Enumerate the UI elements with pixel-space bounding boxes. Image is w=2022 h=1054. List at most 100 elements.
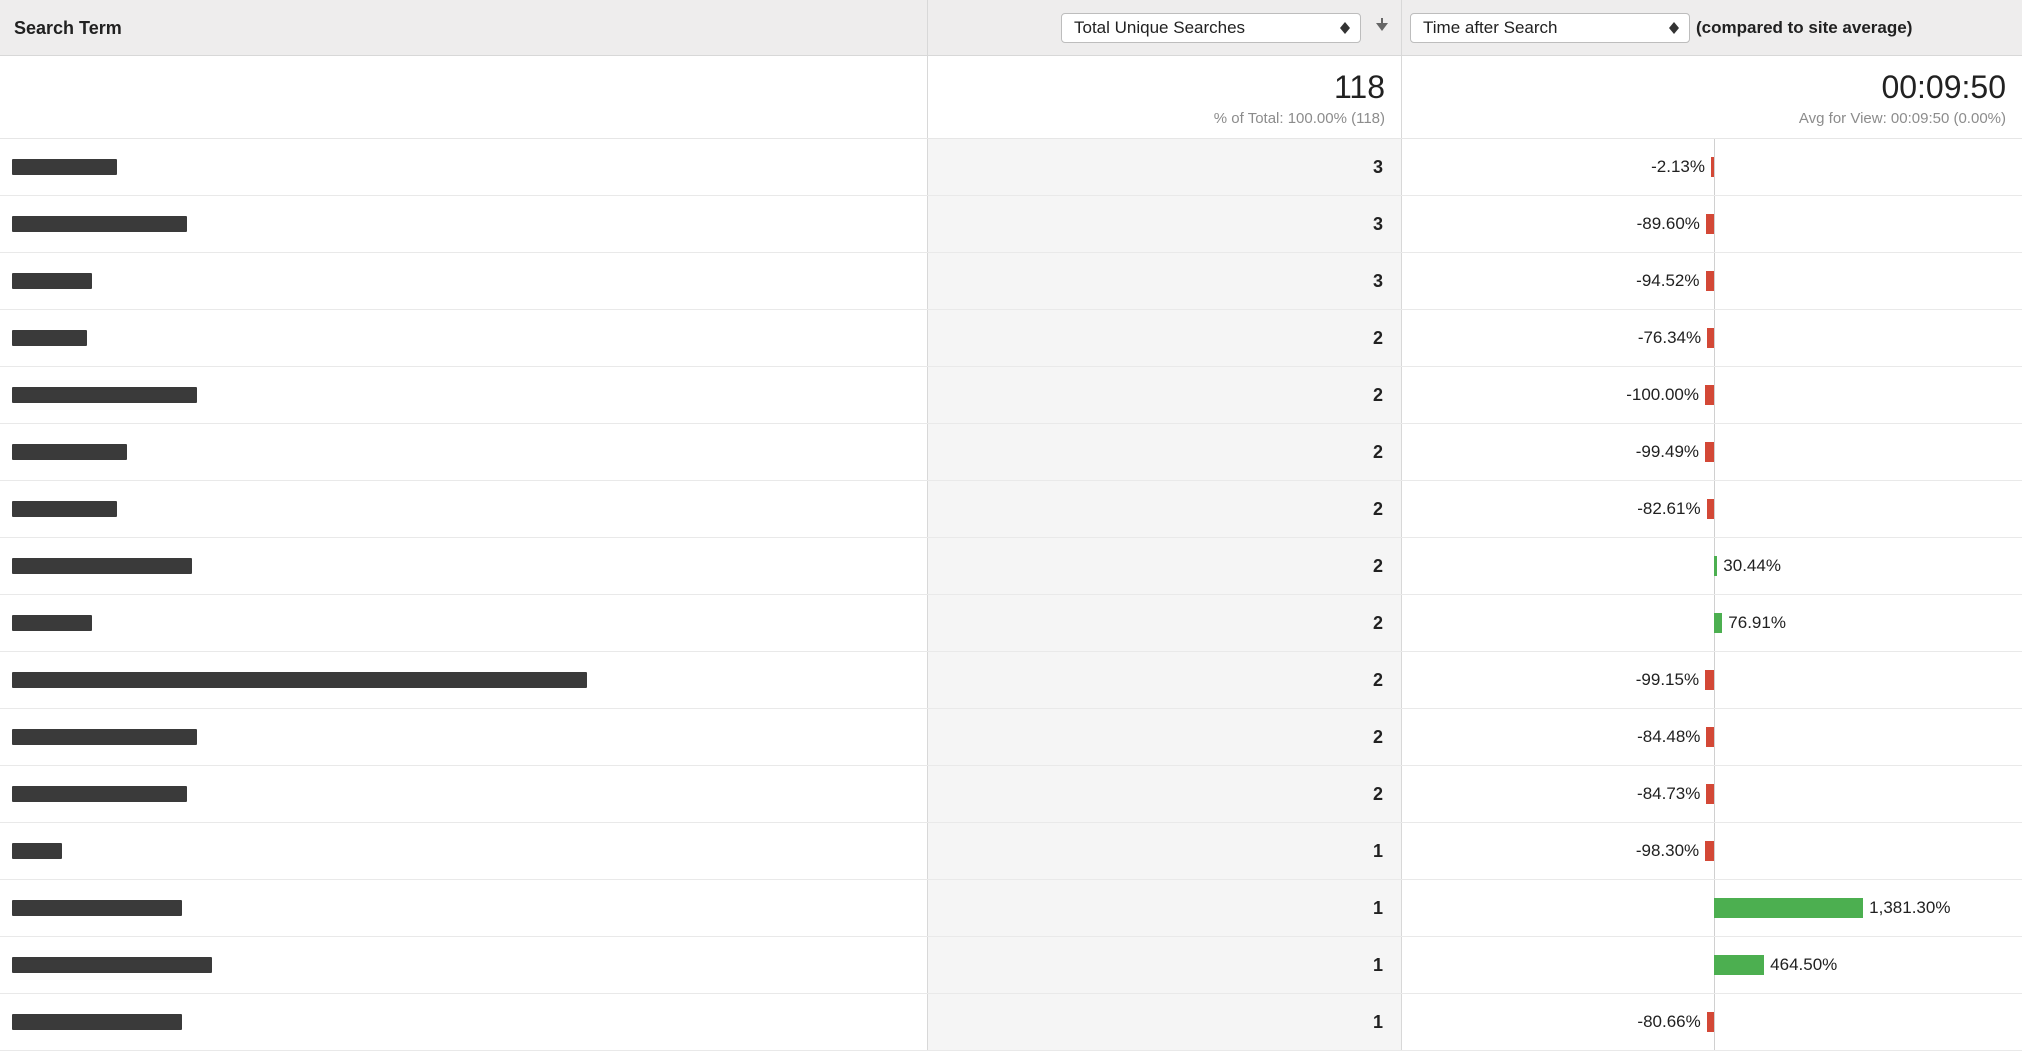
baseline-axis [1714,994,1715,1050]
negative-bar-wrap: -84.73% [1637,784,1714,804]
search-term-cell[interactable] [0,652,928,708]
header-search-term: Search Term [0,0,928,55]
percent-label: 1,381.30% [1869,898,1950,918]
table-row: 1 -80.66% [0,994,2022,1051]
redacted-term [12,444,127,460]
redacted-term [12,729,197,745]
table-row: 3-94.52% [0,253,2022,310]
unique-searches-cell: 1 [928,994,1402,1050]
positive-bar-wrap: 1,381.30% [1714,898,1950,918]
percent-label: -94.52% [1636,271,1699,291]
metric-select-label: Total Unique Searches [1074,18,1245,38]
search-term-cell[interactable] [0,538,928,594]
percent-label: 464.50% [1770,955,1837,975]
redacted-term [12,615,92,631]
unique-searches-cell: 2 [928,595,1402,651]
redacted-term [12,273,92,289]
redacted-term [12,843,62,859]
redacted-term [12,1014,182,1030]
metric-subtext: % of Total: 100.00% (118) [1214,110,1385,127]
baseline-axis [1714,253,1715,309]
negative-bar [1705,442,1714,462]
table-row: 2-84.48% [0,709,2022,766]
table-row: 1-98.30% [0,823,2022,880]
baseline-axis [1714,139,1715,195]
search-term-cell[interactable] [0,424,928,480]
search-term-cell[interactable] [0,595,928,651]
compare-total: 00:09:50 [1881,69,2006,106]
percent-label: -76.34% [1638,328,1701,348]
unique-searches-cell: 2 [928,310,1402,366]
comparison-cell: -2.13% [1402,139,2022,195]
table-row: 3-89.60% [0,196,2022,253]
negative-bar-wrap: -89.60% [1637,214,1714,234]
search-term-cell[interactable] [0,310,928,366]
unique-searches-cell: 2 [928,766,1402,822]
compare-select[interactable]: Time after Search [1410,13,1690,43]
table-row: 2-100.00% [0,367,2022,424]
comparison-cell: -84.73% [1402,766,2022,822]
redacted-term [12,501,117,517]
search-term-cell[interactable] [0,196,928,252]
metric-select[interactable]: Total Unique Searches [1061,13,1361,43]
search-term-cell[interactable] [0,709,928,765]
negative-bar-wrap: -98.30% [1636,841,1714,861]
search-term-cell[interactable] [0,481,928,537]
analytics-table: Search Term Total Unique Searches Time a… [0,0,2022,1051]
negative-bar [1706,214,1714,234]
baseline-axis [1714,766,1715,822]
search-term-cell[interactable] [0,937,928,993]
percent-label: -98.30% [1636,841,1699,861]
redacted-term [12,786,187,802]
negative-bar-wrap: -94.52% [1636,271,1714,291]
negative-bar [1711,157,1714,177]
table-row: 11,381.30% [0,880,2022,937]
percent-label: -89.60% [1637,214,1700,234]
unique-searches-cell: 2 [928,481,1402,537]
negative-bar-wrap: -76.34% [1638,328,1714,348]
sort-descending-icon[interactable] [1373,16,1391,39]
negative-bar [1705,670,1714,690]
search-term-cell[interactable] [0,823,928,879]
search-term-cell[interactable] [0,994,928,1050]
unique-searches-cell: 1 [928,937,1402,993]
percent-label: -80.66% [1637,1012,1700,1032]
data-rows: 3-2.13%3-89.60%3-94.52%2-76.34%2-100.00%… [0,139,2022,1051]
comparison-cell: -82.61% [1402,481,2022,537]
percent-label: 30.44% [1723,556,1781,576]
comparison-cell: 76.91% [1402,595,2022,651]
positive-bar-wrap: 30.44% [1714,556,1781,576]
negative-bar [1706,727,1714,747]
search-term-cell[interactable] [0,766,928,822]
table-row: 2 -76.34% [0,310,2022,367]
comparison-cell: -94.52% [1402,253,2022,309]
table-row: 2-99.15% [0,652,2022,709]
unique-searches-cell: 2 [928,367,1402,423]
positive-bar [1714,898,1863,918]
baseline-axis [1714,310,1715,366]
search-term-cell[interactable] [0,139,928,195]
percent-label: -99.49% [1636,442,1699,462]
negative-bar [1707,328,1714,348]
baseline-axis [1714,367,1715,423]
comparison-cell: -100.00% [1402,367,2022,423]
compare-select-label: Time after Search [1423,18,1557,38]
comparison-cell: -84.48% [1402,709,2022,765]
table-row: 2 -82.61% [0,481,2022,538]
redacted-term [12,900,182,916]
percent-label: -82.61% [1637,499,1700,519]
search-term-cell[interactable] [0,367,928,423]
negative-bar [1706,271,1715,291]
comparison-cell: -99.15% [1402,652,2022,708]
negative-bar-wrap: -2.13% [1651,157,1714,177]
search-term-cell[interactable] [0,880,928,936]
percent-label: -84.73% [1637,784,1700,804]
table-row: 2-99.49% [0,424,2022,481]
search-term-cell[interactable] [0,253,928,309]
unique-searches-cell: 2 [928,538,1402,594]
redacted-term [12,216,187,232]
percent-label: -99.15% [1636,670,1699,690]
header-metric: Total Unique Searches [928,0,1402,55]
baseline-axis [1714,481,1715,537]
baseline-axis [1714,652,1715,708]
